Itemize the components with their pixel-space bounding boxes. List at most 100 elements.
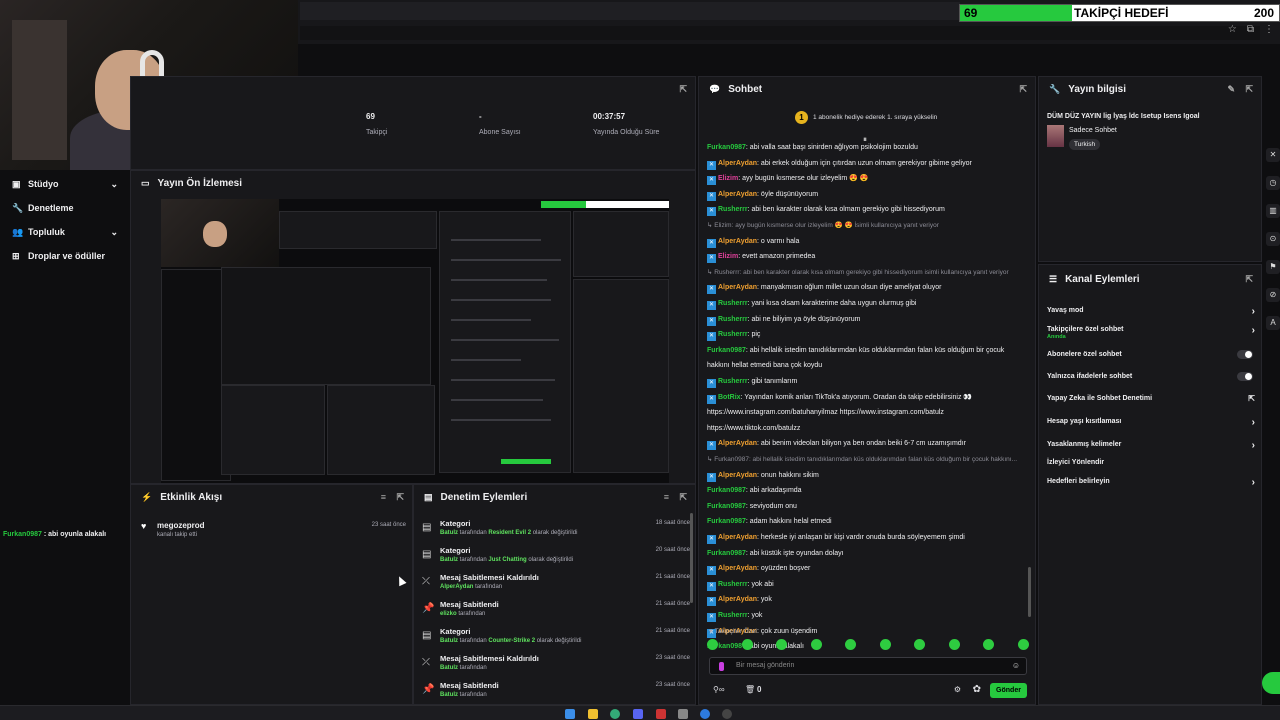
chat-input[interactable]: Bir mesaj gönderin ☺: [709, 657, 1027, 675]
text-icon[interactable]: A: [1266, 316, 1280, 330]
emote-icon[interactable]: [810, 639, 822, 650]
gear-icon[interactable]: ⚙: [954, 685, 961, 694]
chat-username[interactable]: AlperAydan: [718, 160, 757, 167]
mod-log-actor[interactable]: Batulz: [440, 692, 458, 698]
popout-icon[interactable]: ⇱: [1019, 84, 1027, 95]
trash-icon[interactable]: 🗑: [745, 685, 755, 694]
mod-log-actor[interactable]: Batulz: [440, 638, 458, 644]
mod-log-actor[interactable]: Batulz: [440, 665, 458, 671]
emote-icon[interactable]: [983, 639, 995, 650]
shield-icon[interactable]: ⊙: [1266, 232, 1280, 246]
sidebar-item-drops[interactable]: ⊞ Droplar ve ödüller: [0, 244, 130, 268]
mod-log-actor[interactable]: AlperAydan: [440, 584, 473, 590]
clock-icon[interactable]: ◷: [1266, 176, 1280, 190]
chat-username[interactable]: BotRix: [718, 394, 741, 401]
app-icon[interactable]: [678, 709, 688, 719]
channel-action-row[interactable]: Takipçilere özel sohbet Anında ›: [1047, 325, 1255, 340]
scrollbar[interactable]: [690, 513, 693, 603]
toggle-switch[interactable]: [1237, 350, 1253, 359]
channel-action-row[interactable]: Yavaş mod ›: [1047, 306, 1255, 317]
browser-tab-strip[interactable]: [300, 2, 960, 20]
emote-icon[interactable]: [741, 639, 753, 650]
close-icon[interactable]: ✕: [1266, 148, 1280, 162]
popout-icon[interactable]: ⇱: [396, 492, 404, 503]
pinned-gift-leaderboard[interactable]: 1 1 abonelik hediye ederek 1. sıraya yük…: [795, 111, 937, 124]
channel-action-row[interactable]: İzleyici Yönlendir: [1047, 459, 1255, 466]
emote-icon[interactable]: [707, 639, 718, 650]
microphone-icon[interactable]: [719, 662, 724, 671]
settings-cog-icon[interactable]: ✿: [973, 684, 981, 695]
menu-icon[interactable]: ⋮: [1264, 24, 1274, 35]
quick-action-button[interactable]: [1262, 672, 1280, 694]
emote-icon[interactable]: [879, 639, 891, 650]
chat-username[interactable]: Rusherrr: [718, 581, 748, 588]
chat-username[interactable]: AlperAydan: [718, 238, 757, 245]
filter-icon[interactable]: ≡: [381, 492, 386, 502]
chat-username[interactable]: AlperAydan: [718, 565, 757, 572]
browser-icon[interactable]: [610, 709, 620, 719]
chat-username[interactable]: AlperAydan: [718, 596, 757, 603]
chat-username[interactable]: Elizim: [718, 175, 738, 182]
chat-username[interactable]: Rusherrr: [718, 300, 748, 307]
activity-user[interactable]: megozeprod: [157, 521, 205, 530]
emote-icon[interactable]: [1017, 639, 1029, 650]
popout-icon[interactable]: ⇱: [1245, 84, 1253, 95]
address-bar[interactable]: [300, 26, 1260, 40]
ban-icon[interactable]: ⊘: [1266, 288, 1280, 302]
timer-icon[interactable]: ▥: [1266, 204, 1280, 218]
external-link-icon[interactable]: ⇱: [1248, 394, 1255, 403]
sidebar-item-studio[interactable]: ▣ Stüdyo ⌄: [0, 172, 130, 196]
chat-username[interactable]: AlperAydan: [718, 534, 757, 541]
extensions-icon[interactable]: ⧉: [1247, 24, 1254, 35]
channel-action-row[interactable]: Hedefleri belirleyin ›: [1047, 477, 1255, 488]
star-icon[interactable]: ☆: [1228, 24, 1237, 35]
chat-username[interactable]: AlperAydan: [718, 284, 757, 291]
chat-username[interactable]: Furkan0987: [707, 144, 746, 151]
chat-username[interactable]: AlperAydan: [718, 472, 757, 479]
chat-username[interactable]: Rusherrr: [718, 331, 748, 338]
discord-icon[interactable]: [633, 709, 643, 719]
app-icon[interactable]: [656, 709, 666, 719]
scrollbar[interactable]: [1028, 567, 1031, 617]
chat-username[interactable]: Furkan0987: [707, 487, 746, 494]
chat-username[interactable]: Rusherrr: [718, 378, 748, 385]
chat-username[interactable]: AlperAydan: [718, 440, 757, 447]
emote-icon[interactable]: [948, 639, 960, 650]
obs-icon[interactable]: [722, 709, 732, 719]
stream-category[interactable]: Sadece Sohbet: [1069, 127, 1117, 134]
edge-icon[interactable]: [700, 709, 710, 719]
sidebar-item-community[interactable]: 👥 Topluluk ⌄: [0, 220, 130, 244]
channel-action-row[interactable]: Yasaklanmış kelimeler ›: [1047, 440, 1255, 451]
channel-action-row[interactable]: Abonelere özel sohbet: [1047, 350, 1255, 359]
flag-icon[interactable]: ⚑: [1266, 260, 1280, 274]
emote-icon[interactable]: [845, 639, 857, 650]
chat-username[interactable]: Rusherrr: [718, 612, 748, 619]
popout-icon[interactable]: ⇱: [679, 492, 687, 503]
channel-action-row[interactable]: Yapay Zeka ile Sohbet Denetimi ⇱: [1047, 394, 1255, 403]
chat-username[interactable]: Furkan0987: [707, 347, 746, 354]
emote-icon[interactable]: [776, 639, 788, 650]
chat-username[interactable]: Furkan0987: [707, 518, 746, 525]
edit-icon[interactable]: ✎: [1227, 84, 1235, 95]
mod-log-actor[interactable]: Batulz: [440, 557, 458, 563]
chat-username[interactable]: Elizim: [718, 253, 738, 260]
popout-icon[interactable]: ⇱: [679, 84, 687, 95]
link-icon[interactable]: ⚲∞: [713, 685, 725, 694]
popout-icon[interactable]: ⇱: [1245, 274, 1253, 285]
chat-username[interactable]: Rusherrr: [718, 206, 748, 213]
chat-username[interactable]: Furkan0987: [707, 503, 746, 510]
channel-action-row[interactable]: Hesap yaşı kısıtlaması ›: [1047, 417, 1255, 428]
mod-log-actor[interactable]: Batulz: [440, 530, 458, 536]
send-button[interactable]: Gönder: [990, 683, 1027, 698]
emote-icon[interactable]: [914, 639, 926, 650]
channel-action-row[interactable]: Yalnızca ifadelerle sohbet: [1047, 372, 1255, 381]
emoji-icon[interactable]: ☺: [1012, 661, 1020, 670]
stream-preview-video[interactable]: [161, 199, 669, 483]
chat-username[interactable]: Furkan0987: [707, 550, 746, 557]
chat-username[interactable]: Rusherrr: [718, 316, 748, 323]
sidebar-item-moderation[interactable]: 🔧 Denetleme: [0, 196, 130, 220]
mod-log-actor[interactable]: elizko: [440, 611, 457, 617]
folder-icon[interactable]: [588, 709, 598, 719]
chat-username[interactable]: AlperAydan: [718, 191, 757, 198]
windows-start-icon[interactable]: [565, 709, 575, 719]
